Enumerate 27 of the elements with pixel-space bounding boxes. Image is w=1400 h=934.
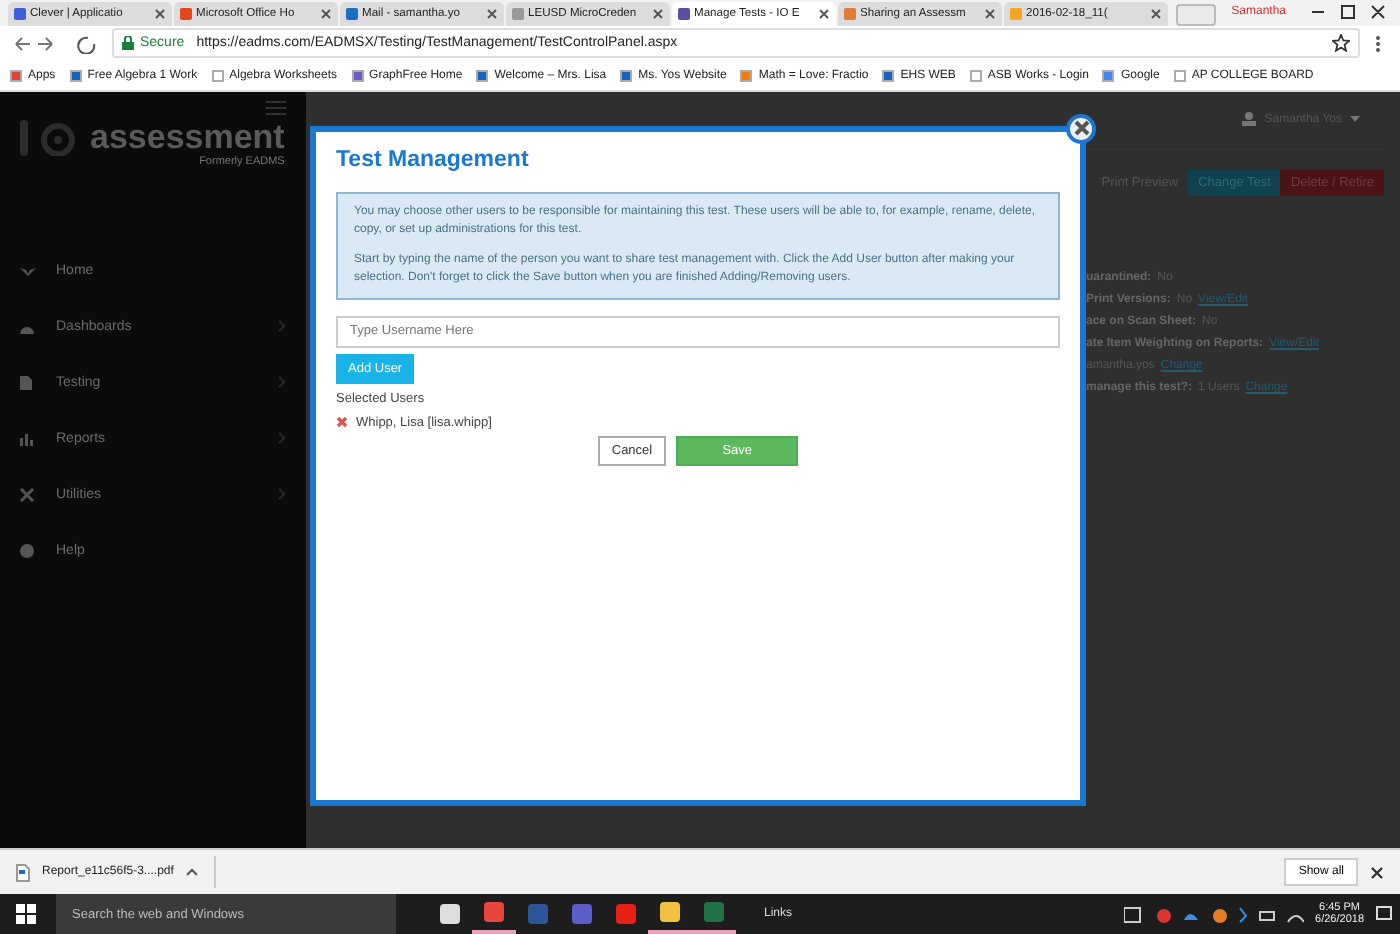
close-icon[interactable] — [486, 7, 498, 20]
bar-chart-icon — [20, 433, 36, 446]
star-icon[interactable] — [1332, 34, 1350, 53]
caret-icon[interactable] — [1350, 116, 1360, 123]
notifications-icon[interactable] — [1376, 906, 1392, 922]
help-icon — [20, 544, 36, 559]
close-icon[interactable] — [818, 7, 830, 20]
close-icon[interactable] — [652, 7, 664, 20]
close-icon — [1073, 120, 1089, 137]
window-controls-icon[interactable] — [1308, 4, 1388, 21]
close-button[interactable] — [1066, 113, 1096, 144]
user-icon — [1242, 112, 1257, 127]
gauge-icon — [20, 321, 36, 334]
logo-text: assessment — [90, 119, 285, 156]
modal-title: Test Management — [336, 147, 531, 172]
caret-icon[interactable] — [185, 868, 198, 877]
close-icon[interactable] — [984, 7, 996, 20]
document-icon — [20, 376, 36, 391]
close-icon[interactable] — [1150, 7, 1162, 20]
lock-icon — [122, 36, 134, 51]
file-icon — [16, 863, 30, 882]
close-icon[interactable] — [154, 7, 166, 20]
windows-logo-icon[interactable] — [16, 904, 36, 924]
system-tray-icon[interactable] — [1123, 905, 1304, 923]
close-icon[interactable] — [320, 7, 332, 20]
close-icon[interactable] — [1370, 865, 1384, 880]
remove-icon[interactable] — [336, 416, 348, 429]
